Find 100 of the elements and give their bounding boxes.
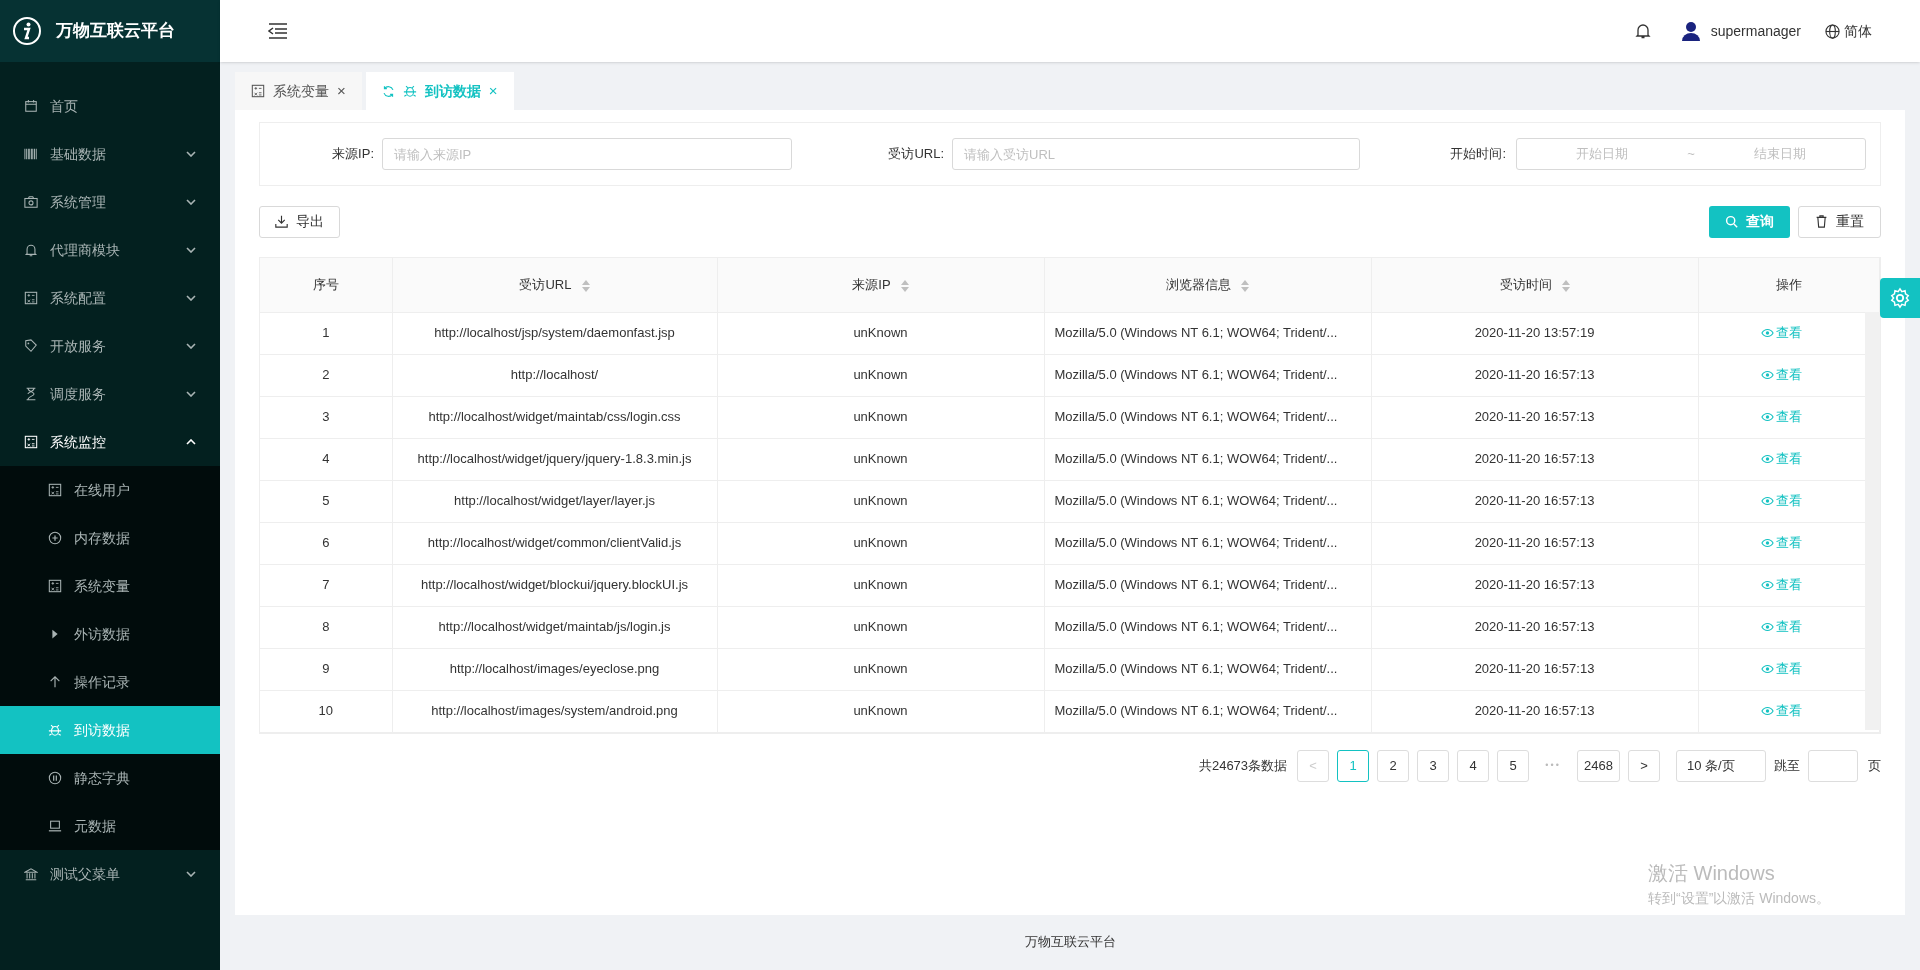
table-cell: Mozilla/5.0 (Windows NT 6.1; WOW64; Trident/... xyxy=(1054,661,1338,677)
chevron-down-icon xyxy=(186,391,196,397)
sidebar-menu-item[interactable]: 调度服务 xyxy=(0,370,220,418)
table-cell: 8 xyxy=(322,619,330,635)
refresh-icon[interactable] xyxy=(381,84,395,98)
table-cell: Mozilla/5.0 (Windows NT 6.1; WOW64; Trident/... xyxy=(1054,493,1338,509)
table-cell: 2020-11-20 16:57:13 xyxy=(1474,703,1595,719)
chevron-down-icon xyxy=(186,295,196,301)
table-cell: 1 xyxy=(322,325,330,341)
sidebar-submenu-item[interactable]: 操作记录 xyxy=(0,658,220,706)
sidebar-submenu-item[interactable]: 在线用户 xyxy=(0,466,220,514)
next-page-button[interactable]: > xyxy=(1628,749,1660,782)
eye-icon xyxy=(1760,537,1774,548)
calculator-icon xyxy=(24,291,38,305)
table-cell: Mozilla/5.0 (Windows NT 6.1; WOW64; Trident/... xyxy=(1054,409,1338,425)
column-header[interactable]: 受访URL xyxy=(392,258,717,312)
sidebar-menu-item[interactable]: 代理商模块 xyxy=(0,226,220,274)
total-count: 共24673条数据 xyxy=(1198,756,1288,775)
table-cell: Mozilla/5.0 (Windows NT 6.1; WOW64; Trident/... xyxy=(1054,325,1338,341)
table-cell: 9 xyxy=(322,661,330,677)
page-suffix: 页 xyxy=(1868,756,1881,775)
table-cell: http://localhost/ xyxy=(510,367,599,383)
filter-input[interactable]: 请输入来源IP xyxy=(382,138,792,170)
sidebar-menu-item[interactable]: 开放服务 xyxy=(0,322,220,370)
table-cell: 7 xyxy=(322,577,330,593)
calculator-icon xyxy=(48,579,62,593)
sidebar-submenu-item[interactable]: 系统变量 xyxy=(0,562,220,610)
table-cell: http://localhost/images/system/android.png xyxy=(431,703,678,719)
table-cell: unKnown xyxy=(853,661,908,677)
sidebar-submenu-item[interactable]: 静态字典 xyxy=(0,754,220,802)
jump-label: 跳至 xyxy=(1774,756,1800,775)
bell-icon[interactable] xyxy=(1634,23,1651,39)
filter-label: 来源IP: xyxy=(331,145,375,164)
chevron-up-icon xyxy=(186,439,196,445)
bug-icon xyxy=(48,723,62,737)
sidebar-menu-item[interactable]: 首页 xyxy=(0,82,220,130)
menu-fold-icon[interactable] xyxy=(268,23,288,39)
sidebar-submenu-item[interactable]: 元数据 xyxy=(0,802,220,850)
page-button[interactable]: 2 xyxy=(1377,749,1410,782)
table-cell: 2020-11-20 16:57:13 xyxy=(1474,577,1595,593)
activation-notice: 转到“设置”以激活 Windows。 xyxy=(1648,889,1830,908)
sidebar-menu-item[interactable]: 系统配置 xyxy=(0,274,220,322)
table-cell: 2 xyxy=(322,367,330,383)
bank-icon xyxy=(24,867,38,881)
language-label[interactable]: 简体 xyxy=(1844,20,1872,42)
page-button[interactable]: 4 xyxy=(1457,749,1490,782)
sidebar-menu-item[interactable]: 基础数据 xyxy=(0,130,220,178)
sidebar-submenu-item[interactable]: 内存数据 xyxy=(0,514,220,562)
table-cell: 4 xyxy=(322,451,330,467)
table-cell: 2020-11-20 16:57:13 xyxy=(1474,535,1595,551)
table-cell: 2020-11-20 16:57:13 xyxy=(1474,451,1595,467)
table-cell: unKnown xyxy=(853,619,908,635)
page-size-select[interactable]: 10 条/页 xyxy=(1676,749,1766,782)
filter-input[interactable]: 请输入受访URL xyxy=(952,138,1360,170)
chevron-down-icon xyxy=(186,247,196,253)
sort-icon[interactable] xyxy=(1241,279,1249,292)
table-cell: 2020-11-20 16:57:13 xyxy=(1474,409,1595,425)
user-name[interactable]: supermanager xyxy=(1710,20,1801,42)
reset-button[interactable]: 重置 xyxy=(1798,205,1881,238)
gear-icon xyxy=(1889,287,1911,309)
sort-icon[interactable] xyxy=(1561,279,1570,292)
arrow-up-icon xyxy=(48,675,62,689)
table-cell: http://localhost/widget/common/clientValid.js xyxy=(427,535,682,551)
page-jump-input[interactable] xyxy=(1808,749,1858,782)
column-header[interactable]: 来源IP xyxy=(717,258,1044,312)
table-cell: unKnown xyxy=(853,325,908,341)
calculator-icon xyxy=(251,84,265,98)
page-button[interactable]: 2468 xyxy=(1577,749,1620,782)
eye-icon xyxy=(1760,579,1774,590)
eye-icon xyxy=(1760,705,1774,716)
activation-title: 激活 Windows xyxy=(1648,861,1776,886)
sidebar-menu-item[interactable]: 系统管理 xyxy=(0,178,220,226)
sidebar-menu-item[interactable]: 系统监控 xyxy=(0,418,220,466)
table-cell: 3 xyxy=(322,409,330,425)
settings-button[interactable] xyxy=(1880,278,1920,318)
table-cell: 6 xyxy=(322,535,330,551)
table-cell: Mozilla/5.0 (Windows NT 6.1; WOW64; Trident/... xyxy=(1054,619,1338,635)
column-header: 操作 xyxy=(1698,258,1880,312)
bell-icon xyxy=(24,243,38,257)
chevron-down-icon xyxy=(186,871,196,877)
column-header[interactable]: 浏览器信息 xyxy=(1044,258,1371,312)
table-cell: Mozilla/5.0 (Windows NT 6.1; WOW64; Trident/... xyxy=(1054,535,1338,551)
table-cell: unKnown xyxy=(853,409,908,425)
close-icon[interactable]: × xyxy=(337,79,346,103)
table-cell: Mozilla/5.0 (Windows NT 6.1; WOW64; Trident/... xyxy=(1054,703,1338,719)
chevron-down-icon xyxy=(186,199,196,205)
page-tab[interactable]: 系统变量 × xyxy=(235,72,362,110)
sort-icon[interactable] xyxy=(900,279,909,292)
page-button[interactable]: 5 xyxy=(1497,749,1530,782)
column-header[interactable]: 受访时间 xyxy=(1371,258,1698,312)
sort-icon[interactable] xyxy=(581,279,590,292)
sidebar-menu-item[interactable]: 测试父菜单 xyxy=(0,850,220,898)
export-button[interactable]: 导出 xyxy=(259,205,340,238)
page-button[interactable]: 3 xyxy=(1417,749,1450,782)
ellipsis: ••• xyxy=(1544,758,1562,772)
camera-icon xyxy=(24,195,38,209)
sidebar-submenu-item[interactable]: 外访数据 xyxy=(0,610,220,658)
globe-icon[interactable] xyxy=(1825,23,1840,39)
scrollbar[interactable] xyxy=(1865,312,1880,730)
search-icon xyxy=(1725,215,1738,228)
